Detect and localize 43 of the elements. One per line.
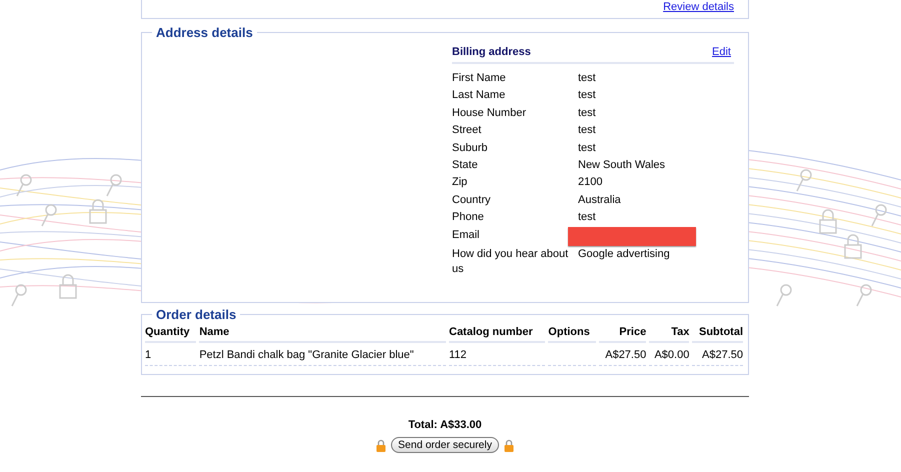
field-label: Street — [452, 123, 482, 138]
table-cell: Petzl Bandi chalk bag "Granite Glacier blue" — [199, 343, 446, 366]
field-value: 2100 — [578, 175, 604, 190]
section-title: Order details — [155, 307, 238, 322]
billing-title: Billing address — [452, 46, 531, 58]
column-header: Quantity — [145, 322, 196, 343]
padlock-icon — [376, 438, 386, 452]
field-value: test — [578, 123, 597, 138]
field-value: Google advertising — [578, 246, 671, 262]
field-value: New South Wales — [578, 158, 666, 174]
table-cell: 112 — [449, 343, 546, 366]
review-details-link[interactable]: Review details — [663, 1, 734, 13]
table-cell: 1 — [145, 343, 196, 366]
edit-link[interactable]: Edit — [712, 46, 731, 58]
field-label: How did you hear about us — [452, 246, 570, 277]
field-value: test — [578, 106, 597, 121]
field-value: test — [578, 210, 597, 226]
column-header: Catalog number — [449, 322, 546, 343]
column-header: Subtotal — [692, 322, 743, 343]
field-label: Email — [452, 228, 481, 243]
table-cell: A$27.50 — [599, 343, 646, 366]
field-value: Australia — [578, 192, 622, 208]
order-total: Total: A$33.00 — [407, 419, 483, 431]
field-label: Country — [452, 192, 492, 208]
field-label: Phone — [452, 210, 485, 226]
field-label: Zip — [452, 175, 468, 190]
field-label: House Number — [452, 106, 527, 121]
field-label: State — [452, 158, 479, 174]
table-cell: A$27.50 — [692, 343, 743, 366]
send-order-button[interactable]: Send order securely — [391, 437, 499, 453]
column-header: Tax — [649, 322, 690, 343]
field-label: Suburb — [452, 140, 488, 156]
field-label: First Name — [452, 71, 507, 86]
field-value: test — [578, 71, 597, 86]
column-header: Options — [548, 322, 596, 343]
field-label: Last Name — [452, 88, 506, 104]
table-cell: A$0.00 — [649, 343, 690, 366]
column-header: Price — [599, 322, 646, 343]
column-header: Name — [199, 322, 446, 343]
field-value: test — [578, 88, 597, 104]
field-value: test — [578, 140, 597, 156]
section-title: Address details — [155, 25, 254, 40]
padlock-icon — [504, 438, 514, 452]
